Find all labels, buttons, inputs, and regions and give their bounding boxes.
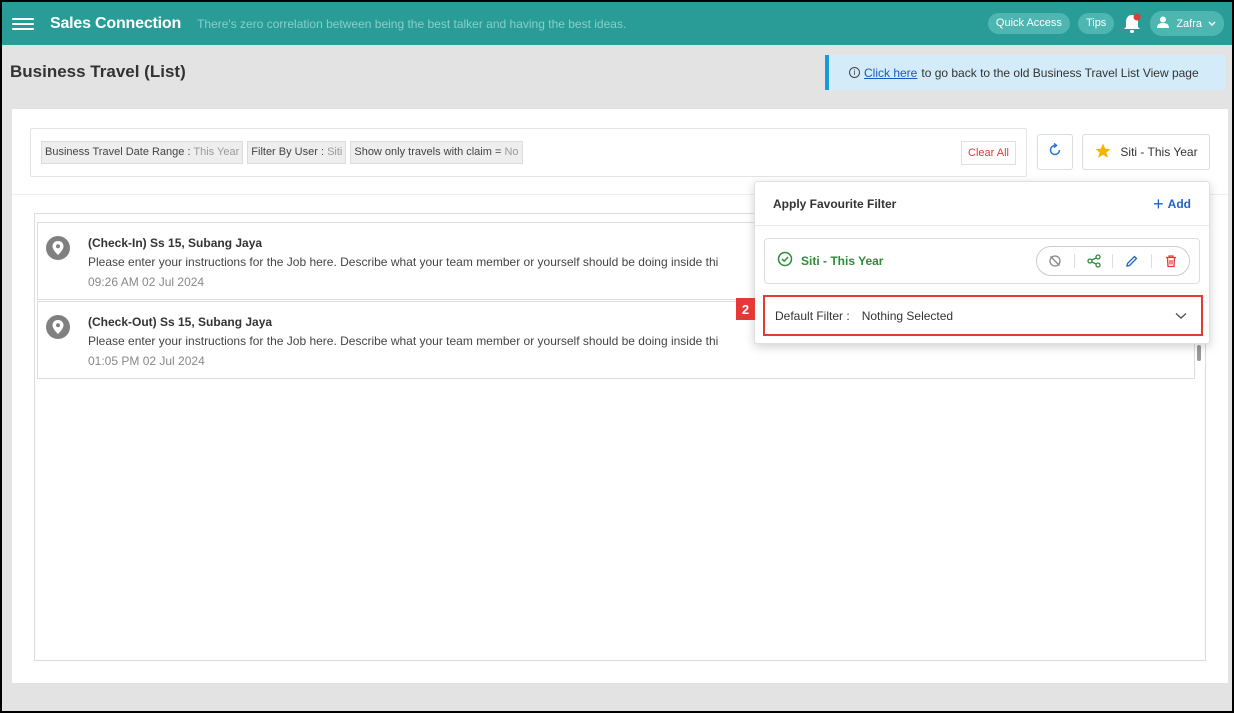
- refresh-icon: [1047, 142, 1063, 163]
- menu-icon[interactable]: [12, 17, 34, 30]
- bell-icon[interactable]: [1122, 13, 1142, 35]
- add-favourite-button[interactable]: + Add: [1153, 195, 1191, 213]
- chip-sep: =: [491, 146, 505, 158]
- add-label: Add: [1167, 196, 1191, 211]
- chevron-down-icon: [1208, 18, 1216, 30]
- clear-all-button[interactable]: Clear All: [961, 141, 1016, 165]
- location-pin-icon: [46, 315, 70, 339]
- old-view-link[interactable]: Click here: [864, 66, 917, 80]
- old-view-notice: i Click here to go back to the old Busin…: [825, 55, 1225, 90]
- step-marker: 2: [736, 298, 755, 320]
- user-name: Zafra: [1176, 17, 1202, 30]
- app-frame: Sales Connection There's zero correlatio…: [0, 0, 1234, 713]
- info-icon: i: [849, 67, 860, 78]
- item-description: Please enter your instructions for the J…: [88, 334, 719, 348]
- plus-icon: +: [1153, 193, 1164, 214]
- filter-chip-date-range[interactable]: Business Travel Date Range : This Year: [41, 141, 244, 164]
- page-title: Business Travel (List): [10, 62, 186, 81]
- chip-value: This Year: [193, 146, 240, 158]
- filter-chip-user[interactable]: Filter By User : Siti: [247, 141, 347, 164]
- user-menu[interactable]: Zafra: [1150, 11, 1224, 36]
- star-icon: [1094, 142, 1112, 163]
- favourite-actions: [1036, 246, 1190, 276]
- scrollbar[interactable]: [1197, 345, 1201, 361]
- favourite-filter-dropdown: Apply Favourite Filter + Add Siti - This…: [754, 181, 1210, 344]
- top-bar: Sales Connection There's zero correlatio…: [2, 2, 1232, 45]
- dropdown-title: Apply Favourite Filter: [773, 196, 897, 211]
- filter-bar: Business Travel Date Range : This Year F…: [30, 128, 1027, 177]
- tips-button[interactable]: Tips: [1077, 13, 1115, 34]
- user-icon: [1156, 15, 1170, 32]
- favourite-filter-button[interactable]: Siti - This Year: [1082, 134, 1210, 170]
- share-icon[interactable]: [1084, 251, 1104, 271]
- delete-icon[interactable]: [1161, 251, 1181, 271]
- footer-strip: [2, 685, 1232, 711]
- refresh-button[interactable]: [1037, 134, 1073, 170]
- brand-name[interactable]: Sales Connection: [50, 15, 181, 33]
- tagline: There's zero correlation between being t…: [197, 16, 627, 31]
- default-filter-value: Nothing Selected: [861, 308, 954, 323]
- location-pin-icon: [46, 236, 70, 260]
- favourite-item[interactable]: Siti - This Year: [764, 238, 1200, 284]
- quick-access-button[interactable]: Quick Access: [987, 13, 1070, 34]
- check-circle-icon: [777, 251, 793, 272]
- favourite-name: Siti - This Year: [801, 254, 884, 268]
- favourite-button-label: Siti - This Year: [1120, 145, 1198, 159]
- chip-value: No: [504, 146, 519, 158]
- top-right-controls: Quick Access Tips Zafra: [987, 11, 1224, 36]
- chip-label: Business Travel Date Range: [45, 146, 185, 158]
- action-divider: [1074, 254, 1076, 268]
- dropdown-header: Apply Favourite Filter + Add: [755, 182, 1209, 226]
- item-time: 01:05 PM 02 Jul 2024: [88, 354, 205, 368]
- chevron-down-icon: [1175, 309, 1187, 323]
- chip-sep: :: [317, 146, 328, 158]
- default-filter-select[interactable]: Default Filter : Nothing Selected: [763, 295, 1203, 336]
- action-divider: [1112, 254, 1114, 268]
- chip-label: Filter By User: [251, 146, 318, 158]
- unset-default-icon[interactable]: [1045, 251, 1065, 271]
- item-title: (Check-Out) Ss 15, Subang Jaya: [88, 315, 273, 329]
- default-filter-label: Default Filter :: [775, 308, 850, 323]
- filter-chip-claim[interactable]: Show only travels with claim = No: [350, 141, 523, 164]
- item-title: (Check-In) Ss 15, Subang Jaya: [88, 236, 263, 250]
- chip-label: Show only travels with claim: [354, 146, 492, 158]
- item-description: Please enter your instructions for the J…: [88, 255, 719, 269]
- edit-icon[interactable]: [1122, 251, 1142, 271]
- chip-value: Siti: [327, 146, 343, 158]
- item-time: 09:26 AM 02 Jul 2024: [88, 275, 205, 289]
- action-divider: [1150, 254, 1152, 268]
- notice-text: to go back to the old Business Travel Li…: [921, 65, 1199, 80]
